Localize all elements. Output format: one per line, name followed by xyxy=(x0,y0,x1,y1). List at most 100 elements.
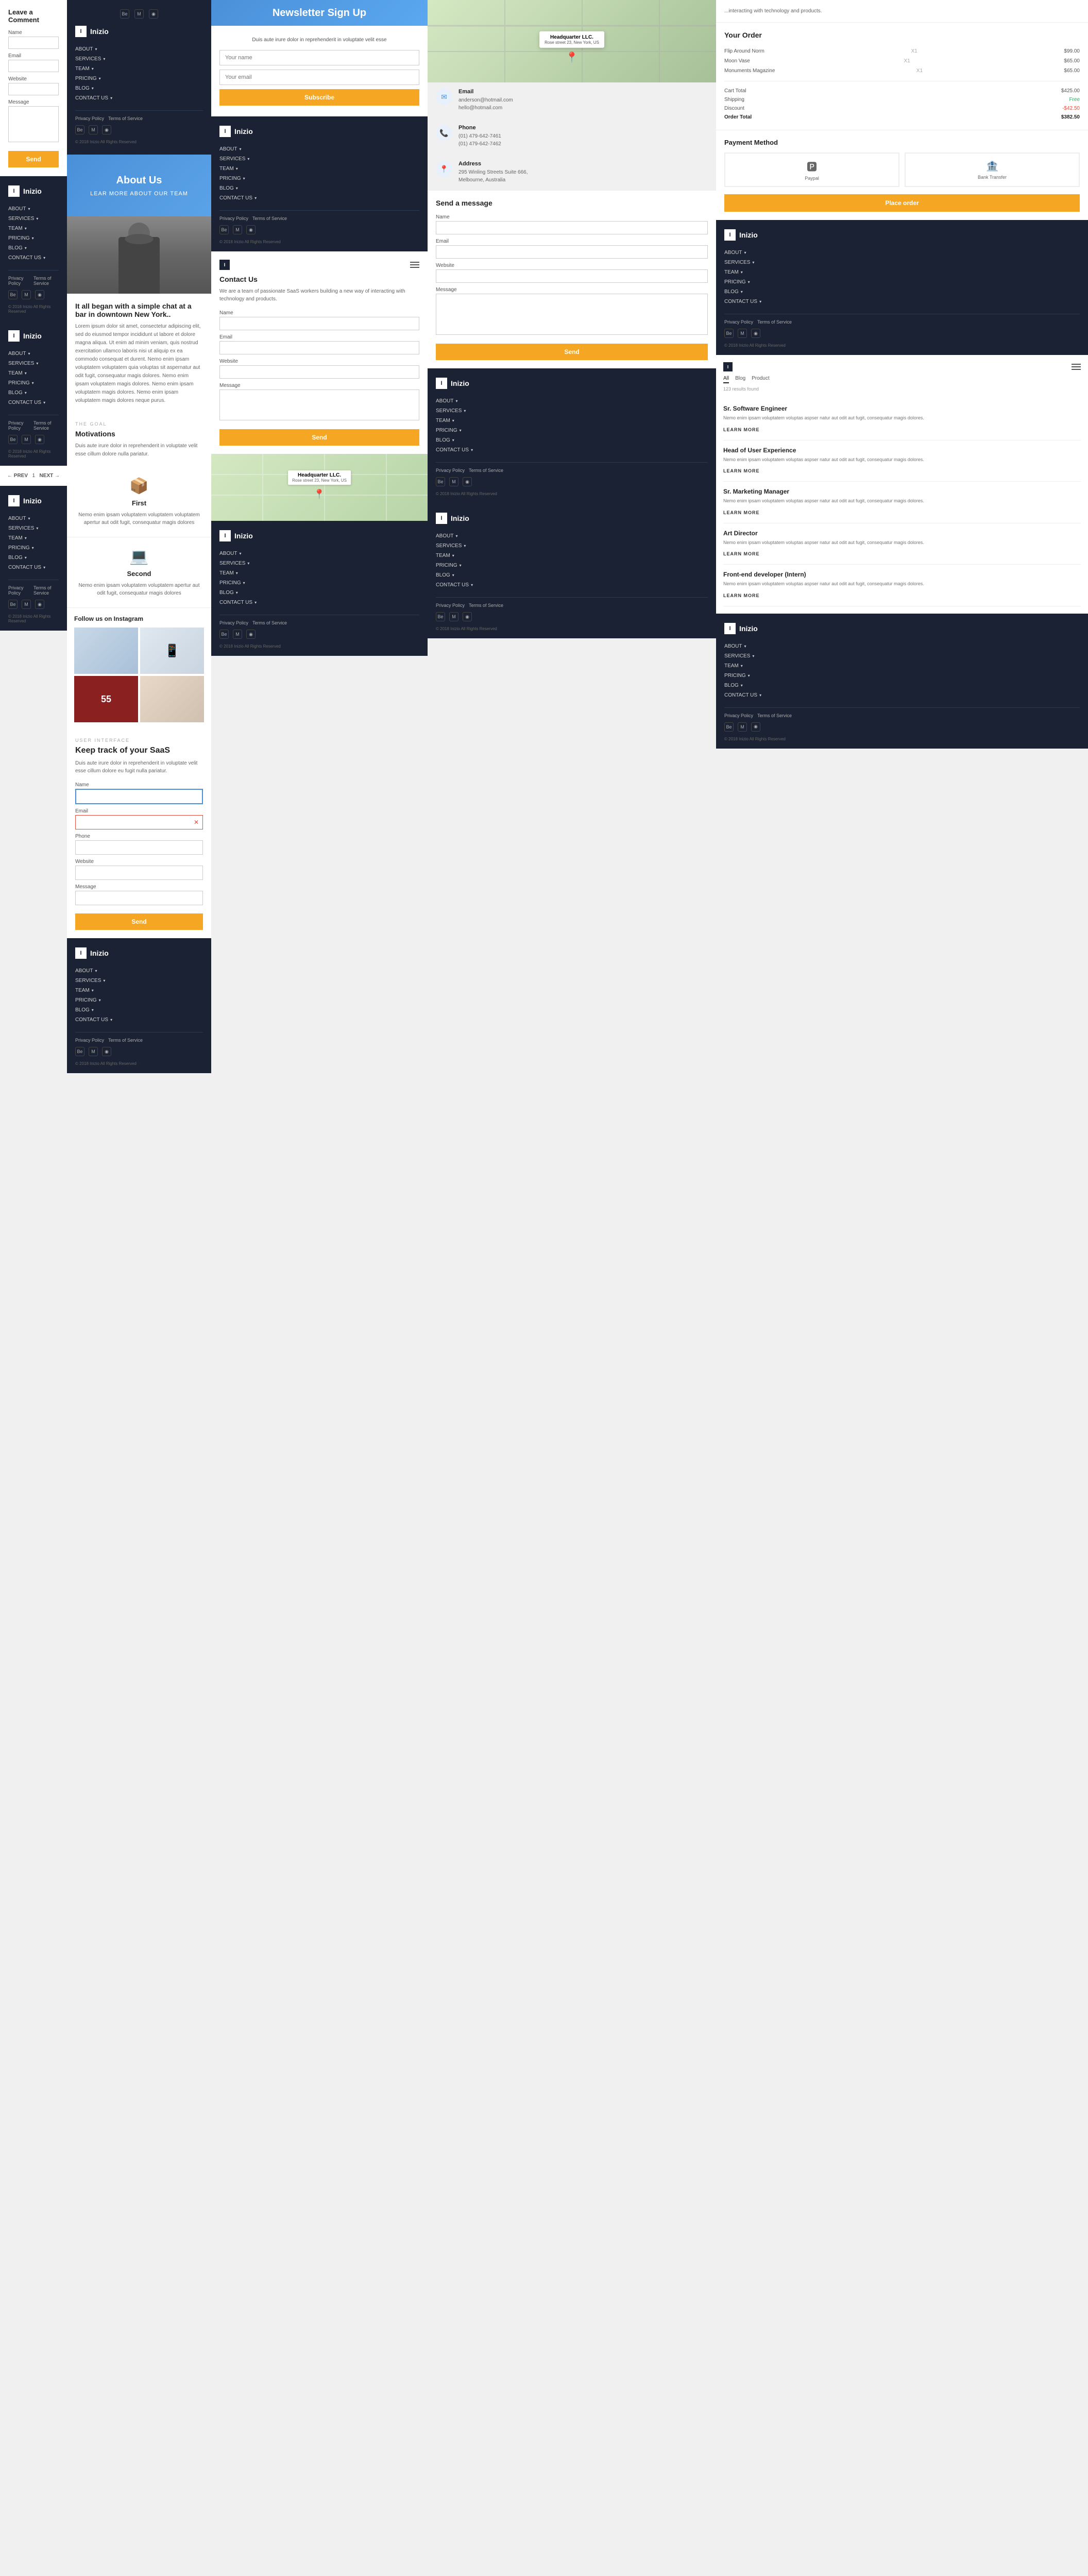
be-4a[interactable]: Be xyxy=(436,477,445,486)
nav-about-4b[interactable]: ABOUT▾ xyxy=(436,531,708,541)
be-5a[interactable]: Be xyxy=(724,329,734,338)
nav-about-1c[interactable]: ABOUT▾ xyxy=(8,514,59,523)
nav-contact-2a[interactable]: CONTACT US▾ xyxy=(75,93,203,103)
d-4b[interactable]: ◉ xyxy=(463,612,472,621)
nav-pricing-3b[interactable]: PRICING▾ xyxy=(219,578,419,588)
behance-icon-1b[interactable]: Be xyxy=(8,435,18,444)
next-button[interactable]: NEXT → xyxy=(40,473,60,479)
nav-contact-1[interactable]: CONTACT US▾ xyxy=(8,253,59,263)
send-message-button[interactable]: Send xyxy=(436,344,708,360)
privacy-3b[interactable]: Privacy Policy xyxy=(219,620,248,625)
privacy-policy-1c[interactable]: Privacy Policy xyxy=(8,585,29,596)
nav-services-2b[interactable]: SERVICES▾ xyxy=(75,976,203,986)
paypal-method[interactable]: 🅿 Paypal xyxy=(724,152,899,187)
nav-about-4a[interactable]: ABOUT▾ xyxy=(436,396,708,406)
m-2a[interactable]: M xyxy=(89,125,98,134)
keep-track-website-input[interactable] xyxy=(75,866,203,880)
nav-contact-1c[interactable]: CONTACT US▾ xyxy=(8,563,59,572)
nav-services-1[interactable]: SERVICES▾ xyxy=(8,214,59,224)
keep-track-send-button[interactable]: Send xyxy=(75,913,203,930)
blog-item-1-learn-more[interactable]: LEARN MORE xyxy=(723,427,760,432)
dribbble-icon-1c[interactable]: ◉ xyxy=(35,600,44,609)
nav-blog-5a[interactable]: BLOG▾ xyxy=(724,287,1080,297)
nav-team-4b[interactable]: TEAM▾ xyxy=(436,551,708,561)
terms-4a[interactable]: Terms of Service xyxy=(469,468,503,473)
blog-item-5-learn-more[interactable]: LEARN MORE xyxy=(723,593,760,598)
nav-contact-4b[interactable]: CONTACT US▾ xyxy=(436,580,708,590)
nav-contact-5a[interactable]: CONTACT US▾ xyxy=(724,297,1080,307)
blog-item-4-learn-more[interactable]: LEARN MORE xyxy=(723,551,760,556)
privacy-5b[interactable]: Privacy Policy xyxy=(724,713,753,718)
nav-team-2a[interactable]: TEAM▾ xyxy=(75,64,203,74)
nav-about-1[interactable]: ABOUT▾ xyxy=(8,204,59,214)
prev-button[interactable]: ← PREV xyxy=(7,473,28,479)
d-5b[interactable]: ◉ xyxy=(751,722,760,732)
instagram-item-3[interactable]: 55 xyxy=(74,676,138,722)
privacy-policy-1b[interactable]: Privacy Policy xyxy=(8,420,29,431)
terms-1[interactable]: Terms of Service xyxy=(33,276,59,286)
terms-1b[interactable]: Terms of Service xyxy=(33,420,59,431)
comment-message-input[interactable] xyxy=(8,106,59,142)
bank-method[interactable]: 🏦 Bank Transfer xyxy=(905,152,1080,187)
contact-website-input[interactable] xyxy=(219,365,419,379)
be-5b[interactable]: Be xyxy=(724,722,734,732)
privacy-4b[interactable]: Privacy Policy xyxy=(436,603,465,608)
nav-services-4a[interactable]: SERVICES▾ xyxy=(436,406,708,416)
nav-about-3a[interactable]: ABOUT▾ xyxy=(219,144,419,154)
d-4a[interactable]: ◉ xyxy=(463,477,472,486)
medium-icon-1[interactable]: M xyxy=(22,290,31,299)
blog-item-2-learn-more[interactable]: LEARN MORE xyxy=(723,468,760,473)
send-website-input[interactable] xyxy=(436,269,708,283)
m-5b[interactable]: M xyxy=(738,722,747,732)
m-2b[interactable]: M xyxy=(89,1047,98,1056)
behance-icon-1[interactable]: Be xyxy=(8,290,18,299)
nav-about-3b[interactable]: ABOUT▾ xyxy=(219,549,419,558)
m-5a[interactable]: M xyxy=(738,329,747,338)
nav-services-4b[interactable]: SERVICES▾ xyxy=(436,541,708,551)
nav-team-4a[interactable]: TEAM▾ xyxy=(436,416,708,426)
nav-blog-2b[interactable]: BLOG▾ xyxy=(75,1005,203,1015)
nav-services-1c[interactable]: SERVICES▾ xyxy=(8,523,59,533)
keep-track-phone-input[interactable] xyxy=(75,840,203,855)
nav-contact-3a[interactable]: CONTACT US▾ xyxy=(219,193,419,203)
be-3b[interactable]: Be xyxy=(219,630,229,639)
dribbble-icon-1[interactable]: ◉ xyxy=(35,290,44,299)
instagram-item-4[interactable] xyxy=(140,676,204,722)
behance-top[interactable]: Be xyxy=(120,9,129,19)
nav-about-1b[interactable]: ABOUT▾ xyxy=(8,349,59,359)
nav-contact-3b[interactable]: CONTACT US▾ xyxy=(219,598,419,607)
nav-blog-5b[interactable]: BLOG▾ xyxy=(724,681,1080,690)
nav-team-3a[interactable]: TEAM▾ xyxy=(219,164,419,174)
terms-5a[interactable]: Terms of Service xyxy=(757,319,792,325)
contact-send-button[interactable]: Send xyxy=(219,429,419,446)
filter-all[interactable]: All xyxy=(723,376,729,383)
nav-blog-2a[interactable]: BLOG▾ xyxy=(75,83,203,93)
nav-blog-4a[interactable]: BLOG▾ xyxy=(436,435,708,445)
d-3a[interactable]: ◉ xyxy=(246,225,256,234)
nav-contact-2b[interactable]: CONTACT US▾ xyxy=(75,1015,203,1025)
terms-2a[interactable]: Terms of Service xyxy=(108,116,143,121)
contact-name-input[interactable] xyxy=(219,317,419,330)
dribbble-icon-1b[interactable]: ◉ xyxy=(35,435,44,444)
be-4b[interactable]: Be xyxy=(436,612,445,621)
be-2b[interactable]: Be xyxy=(75,1047,84,1056)
send-email-input[interactable] xyxy=(436,245,708,259)
nav-contact-1b[interactable]: CONTACT US▾ xyxy=(8,398,59,408)
newsletter-subscribe-button[interactable]: Subscribe xyxy=(219,89,419,106)
nav-team-1c[interactable]: TEAM▾ xyxy=(8,533,59,543)
nav-blog-1c[interactable]: BLOG▾ xyxy=(8,553,59,563)
comment-website-input[interactable] xyxy=(8,83,59,95)
dribbble-top[interactable]: ◉ xyxy=(149,9,158,19)
keep-track-name-input[interactable] xyxy=(75,789,203,804)
d-5a[interactable]: ◉ xyxy=(751,329,760,338)
contact-message-input[interactable] xyxy=(219,389,419,420)
place-order-button[interactable]: Place order xyxy=(724,194,1080,212)
instagram-item-1[interactable] xyxy=(74,628,138,674)
d-3b[interactable]: ◉ xyxy=(246,630,256,639)
nav-pricing-1b[interactable]: PRICING▾ xyxy=(8,378,59,388)
nav-pricing-4a[interactable]: PRICING▾ xyxy=(436,426,708,435)
email-error-icon[interactable]: ✕ xyxy=(194,819,199,826)
newsletter-email-input[interactable] xyxy=(219,70,419,85)
keep-track-email-input[interactable] xyxy=(75,815,203,829)
privacy-5a[interactable]: Privacy Policy xyxy=(724,319,753,325)
